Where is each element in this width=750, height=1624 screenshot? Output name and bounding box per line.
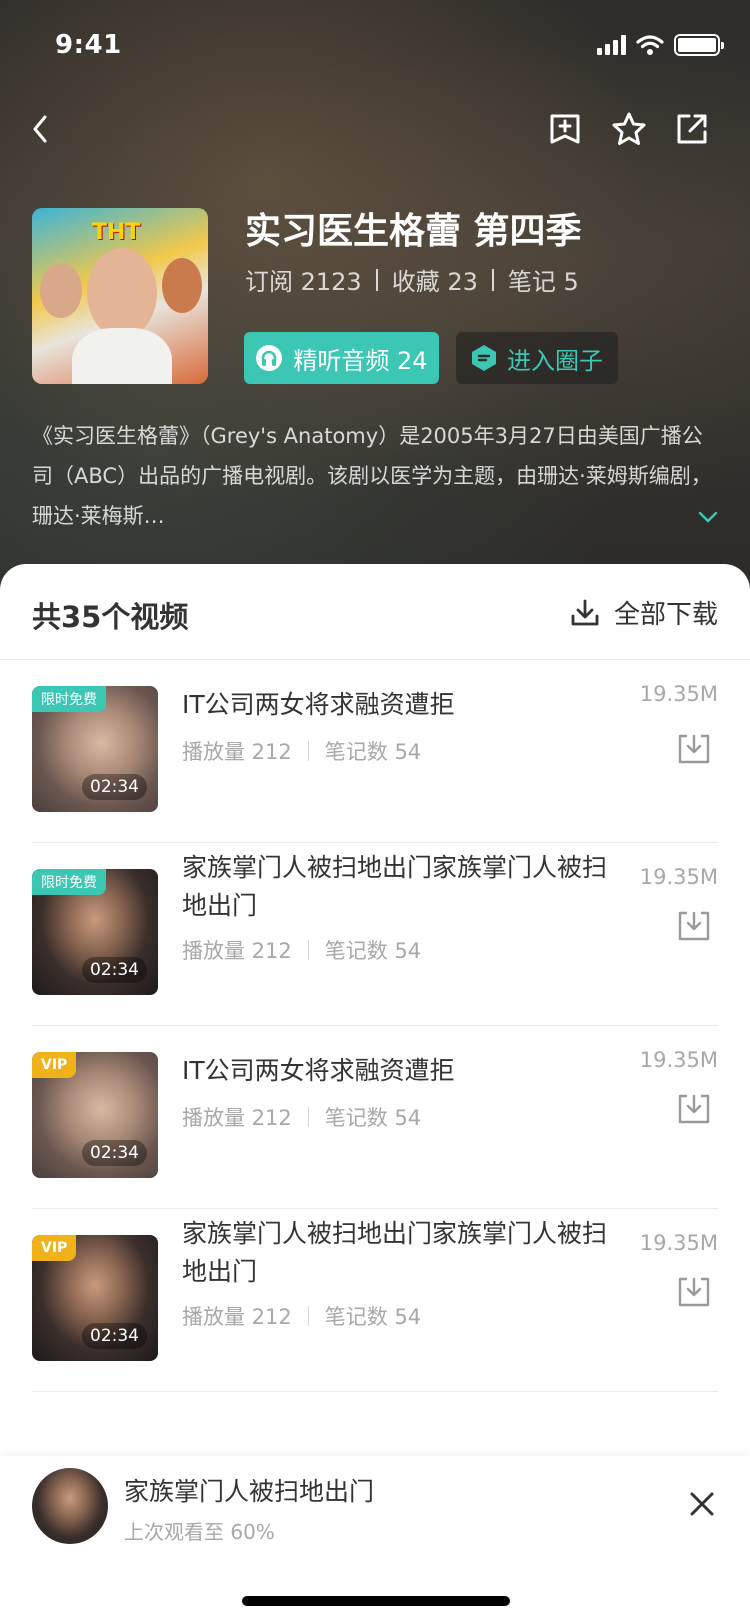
video-size: 19.35M [639, 865, 718, 889]
now-playing-thumbnail [32, 1468, 108, 1544]
battery-icon [674, 34, 724, 56]
close-icon[interactable] [684, 1486, 720, 1522]
video-meta: 播放量 212 笔记数 54 [182, 736, 421, 766]
video-size: 19.35M [639, 1231, 718, 1255]
video-list-item[interactable]: VIP 02:34 家族掌门人被扫地出门家族掌门人被扫地出门 播放量 212 笔… [32, 1209, 718, 1392]
subscribe-count: 订阅 2123 [245, 268, 362, 296]
video-title: IT公司两女将求融资遭拒 [182, 1056, 455, 1085]
video-title: 家族掌门人被扫地出门家族掌门人被扫地出门 [182, 853, 608, 920]
note-count: 笔记数 54 [324, 939, 422, 963]
video-count-title: 共35个视频 [32, 600, 189, 634]
meta-divider [307, 940, 309, 960]
intensive-audio-label: 精听音频 24 [293, 346, 428, 375]
home-indicator [242, 1596, 510, 1606]
video-meta: 播放量 212 笔记数 54 [182, 1301, 421, 1331]
stat-divider [375, 268, 378, 291]
star-icon [612, 112, 646, 145]
status-icons [597, 34, 724, 56]
headphones-icon [256, 345, 283, 371]
top-nav [0, 105, 750, 165]
note-count: 笔记数 54 [324, 1106, 422, 1130]
video-list-item[interactable]: 限时免费 02:34 家族掌门人被扫地出门家族掌门人被扫地出门 播放量 212 … [32, 843, 718, 1026]
download-all-label: 全部下载 [613, 600, 718, 630]
download-all-button[interactable]: 全部下载 [570, 594, 718, 631]
video-duration: 02:34 [82, 1140, 147, 1166]
download-icon[interactable] [676, 1090, 712, 1126]
vip-badge: VIP [32, 1052, 77, 1078]
meta-divider [307, 1306, 309, 1326]
video-title: IT公司两女将求融资遭拒 [182, 690, 455, 719]
add-to-list-button[interactable] [541, 105, 589, 153]
meta-divider [307, 1107, 309, 1127]
cover-logo: THT [92, 220, 141, 245]
download-icon [571, 599, 599, 625]
stat-divider [491, 268, 494, 291]
video-title: 家族掌门人被扫地出门家族掌门人被扫地出门 [182, 1219, 608, 1286]
favorite-count: 收藏 23 [391, 268, 478, 296]
play-count: 播放量 212 [182, 939, 292, 963]
free-badge: 限时免费 [32, 869, 106, 895]
intensive-audio-button[interactable]: 精听音频 24 [244, 332, 439, 384]
video-duration: 02:34 [82, 957, 147, 983]
chevron-down-icon [698, 511, 718, 523]
download-icon[interactable] [676, 907, 712, 943]
video-duration: 02:34 [82, 774, 147, 800]
download-icon[interactable] [676, 1273, 712, 1309]
video-thumbnail: VIP 02:34 [32, 1052, 158, 1178]
expand-description-button[interactable] [698, 508, 718, 527]
video-thumbnail: VIP 02:34 [32, 1235, 158, 1361]
note-count: 笔记数 54 [324, 1305, 422, 1329]
wifi-icon [636, 35, 664, 55]
video-size: 19.35M [639, 1048, 718, 1072]
free-badge: 限时免费 [32, 686, 106, 712]
play-count: 播放量 212 [182, 1305, 292, 1329]
chevron-left-icon [33, 115, 47, 143]
status-time: 9:41 [55, 30, 122, 60]
show-title: 实习医生格蕾 第四季 [245, 211, 582, 252]
video-size: 19.35M [639, 682, 718, 706]
play-count: 播放量 212 [182, 1106, 292, 1130]
share-button[interactable] [668, 105, 716, 153]
video-thumbnail: 限时免费 02:34 [32, 686, 158, 812]
notes-count: 笔记 5 [507, 268, 579, 296]
play-count: 播放量 212 [182, 740, 292, 764]
enter-circle-button[interactable]: 进入圈子 [456, 332, 618, 384]
list-header: 共35个视频 全部下载 [0, 564, 750, 660]
show-stats: 订阅 2123 收藏 23 笔记 5 [245, 262, 579, 297]
enter-circle-label: 进入圈子 [507, 346, 603, 375]
favorite-button[interactable] [605, 105, 653, 153]
video-meta: 播放量 212 笔记数 54 [182, 1102, 421, 1132]
now-playing-title: 家族掌门人被扫地出门 [124, 1477, 375, 1506]
video-list-item[interactable]: 限时免费 02:34 IT公司两女将求融资遭拒 播放量 212 笔记数 54 1… [32, 660, 718, 843]
show-description: 《实习医生格蕾》（Grey's Anatomy）是2005年3月27日由美国广播… [32, 424, 712, 528]
download-icon[interactable] [676, 730, 712, 766]
vip-badge: VIP [32, 1235, 77, 1261]
note-count: 笔记数 54 [324, 740, 422, 764]
video-list-item[interactable]: VIP 02:34 IT公司两女将求融资遭拒 播放量 212 笔记数 54 19… [32, 1026, 718, 1209]
video-meta: 播放量 212 笔记数 54 [182, 935, 421, 965]
watch-progress: 上次观看至 60% [124, 1520, 275, 1544]
back-button[interactable] [16, 105, 64, 153]
cellular-signal-icon [597, 35, 626, 55]
share-icon [677, 114, 707, 144]
chat-hexagon-icon [472, 345, 496, 371]
video-thumbnail: 限时免费 02:34 [32, 869, 158, 995]
show-cover: THT [32, 208, 208, 384]
add-bookmark-icon [550, 114, 580, 144]
meta-divider [307, 741, 309, 761]
status-bar: 9:41 [0, 0, 750, 88]
video-duration: 02:34 [82, 1323, 147, 1349]
